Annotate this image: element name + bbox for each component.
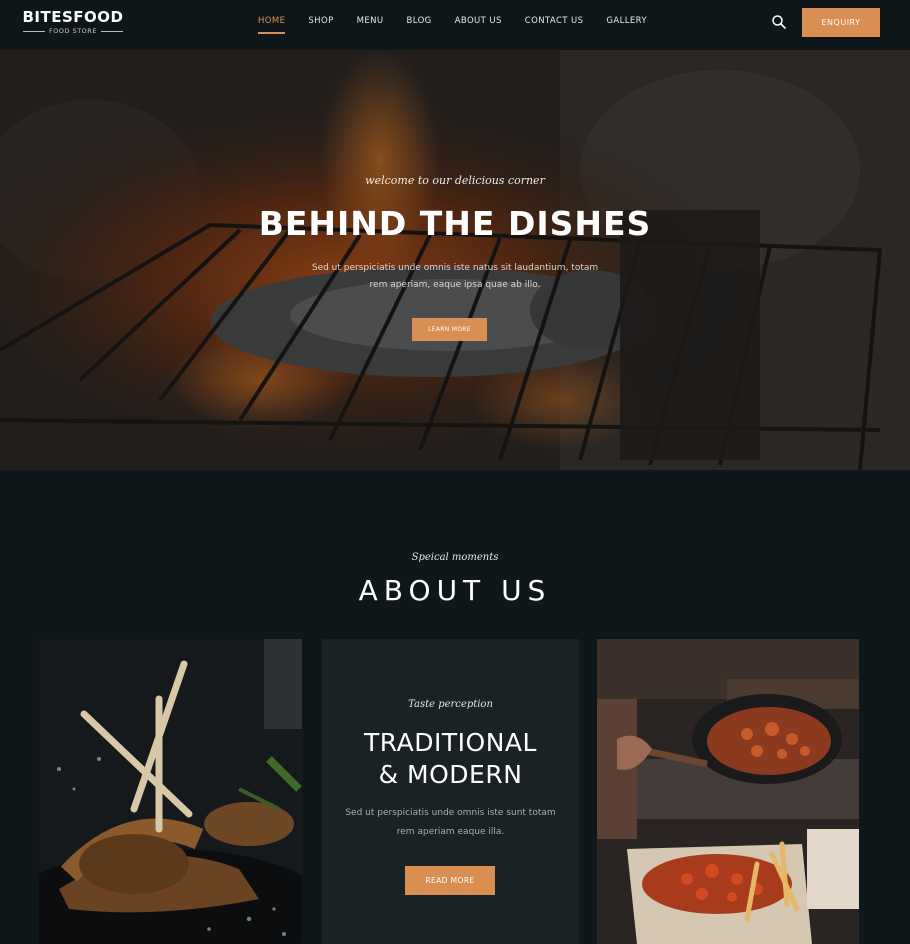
about-feature-card: Taste perception TRADITIONAL & MODERN Se… bbox=[322, 639, 579, 944]
brand-name: BITESFOOD bbox=[22, 8, 124, 26]
lamb-chops-image bbox=[39, 639, 302, 944]
hero-tagline: welcome to our delicious corner bbox=[365, 174, 545, 187]
card-description: Sed ut perspiciatis unde omnis iste sunt… bbox=[345, 808, 556, 837]
hero-title: BEHIND THE DISHES bbox=[258, 204, 652, 243]
main-menu: HOME SHOP MENU BLOG ABOUT US CONTACT US … bbox=[258, 16, 670, 34]
brand-logo[interactable]: BITESFOOD FOOD STORE bbox=[20, 8, 126, 35]
card-title-line2: & MODERN bbox=[378, 760, 523, 789]
hero-description: Sed ut perspiciatis unde omnis iste natu… bbox=[311, 263, 599, 290]
nav-item-gallery[interactable]: GALLERY bbox=[606, 16, 647, 34]
about-title: ABOUT US bbox=[358, 574, 552, 607]
enquiry-button[interactable]: ENQUIRY bbox=[802, 8, 880, 37]
card-title-line1: TRADITIONAL bbox=[364, 728, 537, 757]
card-title: TRADITIONAL & MODERN bbox=[322, 727, 579, 791]
search-icon[interactable] bbox=[771, 14, 787, 30]
nav-item-contact-us[interactable]: CONTACT US bbox=[525, 16, 584, 34]
top-navbar: BITESFOOD FOOD STORE HOME SHOP MENU BLOG… bbox=[0, 0, 910, 50]
divider bbox=[100, 30, 123, 32]
brand-tagline-row: FOOD STORE bbox=[20, 27, 126, 35]
nav-item-home[interactable]: HOME bbox=[258, 16, 286, 34]
card-tagline: Taste perception bbox=[408, 699, 493, 710]
brand-tagline: FOOD STORE bbox=[49, 27, 97, 35]
nav-item-blog[interactable]: BLOG bbox=[407, 16, 432, 34]
about-tagline: Speical moments bbox=[411, 552, 499, 563]
nav-item-shop[interactable]: SHOP bbox=[308, 16, 333, 34]
nav-item-about-us[interactable]: ABOUT US bbox=[455, 16, 502, 34]
read-more-button[interactable]: READ MORE bbox=[405, 866, 495, 895]
divider bbox=[23, 30, 46, 32]
learn-more-button[interactable]: LEARN MORE bbox=[412, 318, 487, 341]
hero-banner: welcome to our delicious corner BEHIND T… bbox=[0, 50, 910, 470]
nav-item-menu[interactable]: MENU bbox=[357, 16, 384, 34]
pan-fries-image bbox=[597, 639, 859, 944]
